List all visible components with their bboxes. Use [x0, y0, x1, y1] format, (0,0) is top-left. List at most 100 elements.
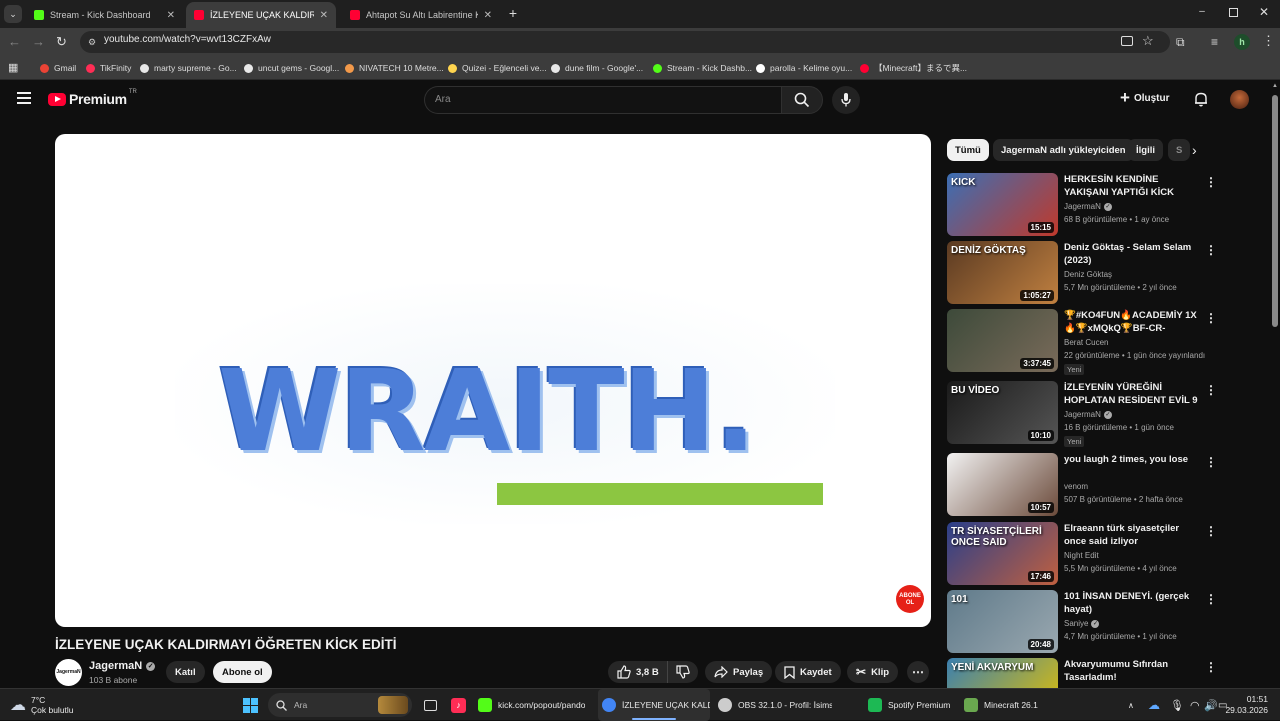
search-button[interactable] [781, 86, 823, 114]
hamburger-menu-icon[interactable] [17, 92, 31, 104]
recommended-title[interactable]: you laugh 2 times, you lose [1064, 453, 1199, 466]
wifi-icon[interactable]: ◠ [1190, 689, 1200, 721]
channel-avatar[interactable]: JagermaN [55, 659, 82, 686]
voice-search-button[interactable] [832, 86, 860, 114]
search-input[interactable]: Ara [424, 86, 782, 114]
recommended-channel[interactable]: JagermaN ✓ [1064, 410, 1112, 419]
maximize-button[interactable] [1229, 8, 1238, 17]
recommended-title[interactable]: İZLEYENİN YÜREĞİNİ HOPLATAN RESİDENT EVİ… [1064, 381, 1199, 407]
more-options-icon[interactable]: ⋮ [1205, 311, 1217, 325]
page-scrollbar[interactable]: ▲ [1271, 83, 1279, 686]
create-button[interactable]: + Oluştur [1120, 89, 1170, 106]
save-button[interactable]: Kaydet [775, 661, 841, 683]
bookmark-item[interactable]: Gmail [40, 56, 76, 80]
forward-icon[interactable]: → [32, 34, 45, 50]
weather-widget[interactable]: ☁ 7°C Çok bulutlu [10, 689, 74, 721]
filter-chip[interactable]: JagermaN adlı yükleyiciden [993, 139, 1134, 161]
channel-name[interactable]: JagermaN ✓ [89, 660, 156, 672]
taskbar-app[interactable]: kick.com/popout/pando [478, 689, 590, 721]
more-options-icon[interactable]: ⋮ [1205, 243, 1217, 257]
recommended-title[interactable]: HERKESİN KENDİNE YAKIŞANI YAPTIĞI KİCK E… [1064, 173, 1199, 199]
filter-chip[interactable]: Tümü [947, 139, 989, 161]
subscribe-watermark[interactable]: ABONE OL [896, 585, 924, 613]
bookmark-item[interactable]: Quizei - Eğlenceli ve... [448, 56, 547, 80]
taskbar-search[interactable]: Ara [268, 693, 412, 717]
cast-icon[interactable] [1121, 36, 1133, 46]
filter-chip[interactable]: S [1168, 139, 1190, 161]
start-button[interactable] [243, 689, 258, 721]
scrollbar-thumb[interactable] [1272, 95, 1278, 327]
youtube-logo[interactable]: Premium TR [48, 89, 137, 107]
bookmark-item[interactable]: dune film - Google'... [551, 56, 643, 80]
scrollbar-up-arrow[interactable]: ▲ [1272, 83, 1278, 89]
close-window-button[interactable]: ✕ [1258, 5, 1270, 19]
reload-icon[interactable]: ↻ [56, 34, 67, 50]
more-options-icon[interactable]: ⋮ [1205, 175, 1217, 189]
recommended-video[interactable]: DENİZ GÖKTAŞ 1:05:27 Deniz Göktaş - Selam… [947, 241, 1267, 305]
recommended-channel[interactable]: Saniye ✓ [1064, 619, 1100, 628]
site-info-icon[interactable]: ⚙ [86, 36, 98, 48]
extensions-icon[interactable]: ⧉ [1176, 34, 1185, 50]
back-icon[interactable]: ← [8, 34, 21, 50]
clock[interactable]: 01:51 29.03.2026 [1225, 689, 1268, 721]
more-options-icon[interactable]: ⋮ [1205, 455, 1217, 469]
system-tray-overflow-icon[interactable]: ∧ [1128, 689, 1134, 721]
new-tab-button[interactable]: + [505, 5, 521, 21]
filter-chip[interactable]: İlgili [1128, 139, 1163, 161]
recommended-channel[interactable]: Berat Cucen [1064, 338, 1108, 347]
close-tab-icon[interactable]: ✕ [320, 10, 328, 21]
video-thumbnail[interactable]: BU VİDEO 10:10 [947, 381, 1058, 444]
video-thumbnail[interactable]: YENİ AKVARYUM [947, 658, 1058, 688]
recommended-title[interactable]: Deniz Göktaş - Selam Selam (2023) [1064, 241, 1199, 267]
apps-grid-icon[interactable]: ▦ [8, 62, 18, 74]
recommended-video[interactable]: YENİ AKVARYUM Akvaryumumu Sıfırdan Tasar… [947, 658, 1267, 688]
recommended-channel[interactable]: venom [1064, 482, 1088, 491]
more-options-icon[interactable]: ⋮ [1205, 592, 1217, 606]
recommended-video[interactable]: 10:57 you laugh 2 times, you lose venom 50… [947, 453, 1267, 517]
recommended-title[interactable]: Akvaryumumu Sıfırdan Tasarladım! [1064, 658, 1199, 684]
more-actions-button[interactable]: ⋯ [907, 661, 929, 683]
video-thumbnail[interactable]: 10:57 [947, 453, 1058, 516]
recommended-video[interactable]: TR SİYASETÇİLERİ ONCE SAID 17:46 Elraeann… [947, 522, 1267, 586]
minimize-button[interactable]: – [1196, 7, 1208, 19]
volume-icon[interactable]: 🔊 [1204, 689, 1218, 721]
bookmark-item[interactable]: TikFinity [86, 56, 131, 80]
chrome-menu-icon[interactable]: ⋮ [1262, 33, 1275, 49]
browser-tab[interactable]: Ahtapot Su Altı Labirentine Kaç ✕ [342, 2, 500, 28]
bookmark-item[interactable]: Stream - Kick Dashb... [653, 56, 752, 80]
microphone-tray-icon[interactable]: 🎙 [1170, 689, 1184, 721]
share-button[interactable]: Paylaş [705, 661, 773, 683]
video-thumbnail[interactable]: 3:37:45 [947, 309, 1058, 372]
account-avatar[interactable] [1230, 90, 1249, 109]
recommended-channel[interactable]: Deniz Göktaş [1064, 270, 1112, 279]
chips-next-icon[interactable]: › [1192, 141, 1197, 159]
taskbar-app[interactable]: Minecraft 26.1 [964, 689, 1044, 721]
dislike-button[interactable] [667, 661, 698, 683]
profile-avatar[interactable]: h [1234, 34, 1250, 50]
recommended-title[interactable]: Elraeann türk siyasetçiler once said izl… [1064, 522, 1199, 548]
recommended-title[interactable]: 🏆#KO4FUN🔥ACADEMİY 1X 🔥🏆xMQkQ🏆BF-CR-FARM-… [1064, 309, 1199, 335]
recommended-video[interactable]: 3:37:45 🏆#KO4FUN🔥ACADEMİY 1X 🔥🏆xMQkQ🏆BF-… [947, 309, 1267, 375]
notifications-bell-icon[interactable] [1193, 91, 1209, 107]
close-tab-icon[interactable]: ✕ [167, 10, 175, 21]
bookmark-item[interactable]: parolla - Kelime oyu... [756, 56, 852, 80]
bookmark-item[interactable]: 【Minecraft】まるで異... [860, 56, 967, 80]
onedrive-icon[interactable]: ☁ [1148, 689, 1160, 721]
bookmark-item[interactable]: marty supreme - Go... [140, 56, 237, 80]
recommended-title[interactable]: 101 İNSAN DENEYİ. (gerçek hayat) [1064, 590, 1199, 616]
recommended-video[interactable]: 101 20:48 101 İNSAN DENEYİ. (gerçek hayat… [947, 590, 1267, 654]
recommended-video[interactable]: KICK 15:15 HERKESİN KENDİNE YAKIŞANI YAPT… [947, 173, 1267, 237]
bookmark-star-icon[interactable]: ☆ [1142, 33, 1154, 49]
close-tab-icon[interactable]: ✕ [484, 10, 492, 21]
bookmark-item[interactable]: uncut gems - Googl... [244, 56, 339, 80]
video-thumbnail[interactable]: KICK 15:15 [947, 173, 1058, 236]
tab-search-button[interactable]: ⌄ [4, 5, 22, 23]
video-thumbnail[interactable]: DENİZ GÖKTAŞ 1:05:27 [947, 241, 1058, 304]
recommended-channel[interactable]: JagermaN ✓ [1064, 202, 1112, 211]
recommended-channel[interactable]: Night Edit [1064, 551, 1099, 560]
taskbar-app[interactable]: Spotify Premium [868, 689, 956, 721]
video-thumbnail[interactable]: 101 20:48 [947, 590, 1058, 653]
task-view-icon[interactable] [424, 689, 437, 721]
like-button[interactable]: 3,8 B [608, 661, 669, 683]
browser-tab[interactable]: İZLEYENE UÇAK KALDIRMAYI Ö ✕ [186, 2, 336, 28]
